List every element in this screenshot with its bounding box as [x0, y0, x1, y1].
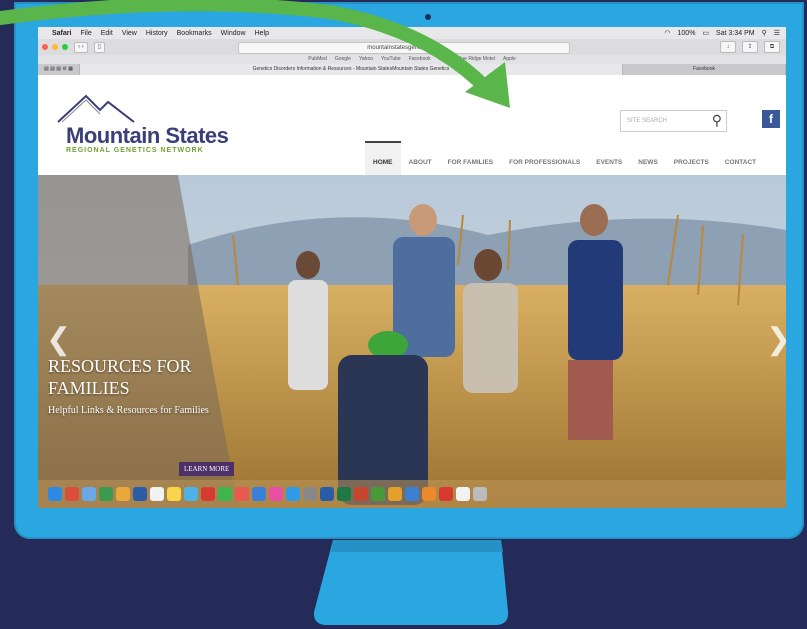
app-icon[interactable] — [99, 487, 113, 501]
favorite-item[interactable]: Yahoo — [359, 55, 373, 64]
messages-icon[interactable] — [218, 487, 232, 501]
app-icon[interactable] — [133, 487, 147, 501]
menu-help[interactable]: Help — [255, 30, 269, 37]
app-icon[interactable] — [201, 487, 215, 501]
site-header: Mountain States REGIONAL GENETICS NETWOR… — [38, 75, 786, 181]
favorite-item[interactable]: Apple — [503, 55, 516, 64]
logo-title[interactable]: Mountain States — [66, 123, 229, 149]
favorite-item[interactable]: Blue Ridge Motel — [457, 55, 495, 64]
app-icon[interactable] — [388, 487, 402, 501]
screen: Safari File Edit View History Bookmarks … — [38, 27, 786, 508]
close-window-button[interactable] — [42, 44, 48, 50]
tab-genetics[interactable]: Genetics Disorders Information & Resourc… — [79, 64, 623, 75]
menu-app-name[interactable]: Safari — [52, 30, 71, 37]
safari-icon[interactable] — [82, 487, 96, 501]
mac-menu-bar: Safari File Edit View History Bookmarks … — [38, 27, 786, 39]
logo-subtitle: REGIONAL GENETICS NETWORK — [66, 147, 204, 154]
search-icon[interactable]: ⚲ — [712, 112, 722, 129]
facebook-icon[interactable]: f — [762, 110, 780, 128]
search-placeholder: SITE SEARCH — [627, 118, 668, 124]
url-text: mountainstatesgenetics.org — [367, 45, 441, 51]
back-forward-button[interactable]: ‹ › — [74, 41, 88, 53]
favorite-item[interactable]: YouTube — [381, 55, 401, 64]
calendar-icon[interactable] — [150, 487, 164, 501]
chevron-right-icon[interactable]: ❯ — [766, 322, 786, 357]
app-icon[interactable] — [422, 487, 436, 501]
favorite-item[interactable]: Facebook — [409, 55, 431, 64]
powerpoint-icon[interactable] — [354, 487, 368, 501]
document-icon[interactable] — [456, 487, 470, 501]
itunes-icon[interactable] — [269, 487, 283, 501]
mountain-logo-icon[interactable] — [56, 90, 136, 124]
hero-slider: ❮ ❯ RESOURCES FOR FAMILIES Helpful Links… — [38, 175, 786, 508]
launchpad-icon[interactable] — [65, 487, 79, 501]
app-icon[interactable] — [184, 487, 198, 501]
menu-bookmarks[interactable]: Bookmarks — [177, 30, 212, 37]
browser-toolbar: ‹ › ▯ mountainstatesgenetics.org ↓ ⇪ ⧉ — [38, 39, 786, 55]
chevron-left-icon[interactable]: ❮ — [46, 322, 71, 357]
app-store-icon[interactable] — [286, 487, 300, 501]
app-icon[interactable] — [405, 487, 419, 501]
downloads-icon[interactable]: ↓ — [720, 41, 736, 53]
app-icon[interactable] — [116, 487, 130, 501]
tab-facebook[interactable]: Facebook — [623, 64, 786, 75]
tab-bar: ▤ ▤ ▤ ⚙ ▦ Genetics Disorders Information… — [38, 64, 786, 75]
address-bar[interactable]: mountainstatesgenetics.org — [238, 42, 570, 54]
sidebar-button[interactable]: ▯ — [93, 41, 105, 53]
hero-subtitle: Helpful Links & Resources for Families — [48, 405, 209, 416]
share-icon[interactable]: ⇪ — [742, 41, 758, 53]
menu-view[interactable]: View — [122, 30, 137, 37]
wifi-icon[interactable]: ◠ — [664, 29, 670, 37]
preferences-icon[interactable] — [303, 487, 317, 501]
menu-file[interactable]: File — [80, 30, 91, 37]
menu-list-icon[interactable]: ☰ — [774, 29, 780, 37]
app-icon[interactable] — [252, 487, 266, 501]
learn-more-button[interactable]: LEARN MORE — [179, 462, 235, 476]
mac-dock — [38, 480, 786, 508]
tab-icons[interactable]: ▤ ▤ ▤ ⚙ ▦ — [38, 64, 80, 75]
hero-title: RESOURCES FOR FAMILIES — [48, 356, 192, 398]
site-search-input[interactable]: SITE SEARCH ⚲ — [620, 110, 727, 132]
menu-window[interactable]: Window — [221, 30, 246, 37]
excel-icon[interactable] — [337, 487, 351, 501]
toolbar-right: ↓ ⇪ ⧉ — [720, 41, 780, 53]
app-icon[interactable] — [439, 487, 453, 501]
trash-icon[interactable] — [473, 487, 487, 501]
word-icon[interactable] — [320, 487, 334, 501]
battery-percent[interactable]: 100% — [678, 30, 696, 37]
minimize-window-button[interactable] — [52, 44, 58, 50]
status-area: ◠ 100% ▭ Sat 3:34 PM ⚲ ☰ — [664, 29, 780, 38]
app-icon[interactable] — [235, 487, 249, 501]
zoom-window-button[interactable] — [62, 44, 68, 50]
favorite-item[interactable]: Print — [439, 55, 449, 64]
favorite-item[interactable]: Google — [335, 55, 351, 64]
clock[interactable]: Sat 3:34 PM — [716, 30, 755, 37]
hero-photo — [38, 175, 786, 508]
favorites-bar: PubMed Google Yahoo YouTube Facebook Pri… — [38, 55, 786, 64]
menu-history[interactable]: History — [146, 30, 168, 37]
spotlight-icon[interactable]: ⚲ — [762, 29, 767, 37]
notes-icon[interactable] — [167, 487, 181, 501]
battery-icon[interactable]: ▭ — [702, 29, 709, 37]
finder-icon[interactable] — [48, 487, 62, 501]
menu-edit[interactable]: Edit — [101, 30, 113, 37]
favorite-item[interactable]: PubMed — [308, 55, 327, 64]
app-icon[interactable] — [371, 487, 385, 501]
tabs-overview-icon[interactable]: ⧉ — [764, 41, 780, 53]
